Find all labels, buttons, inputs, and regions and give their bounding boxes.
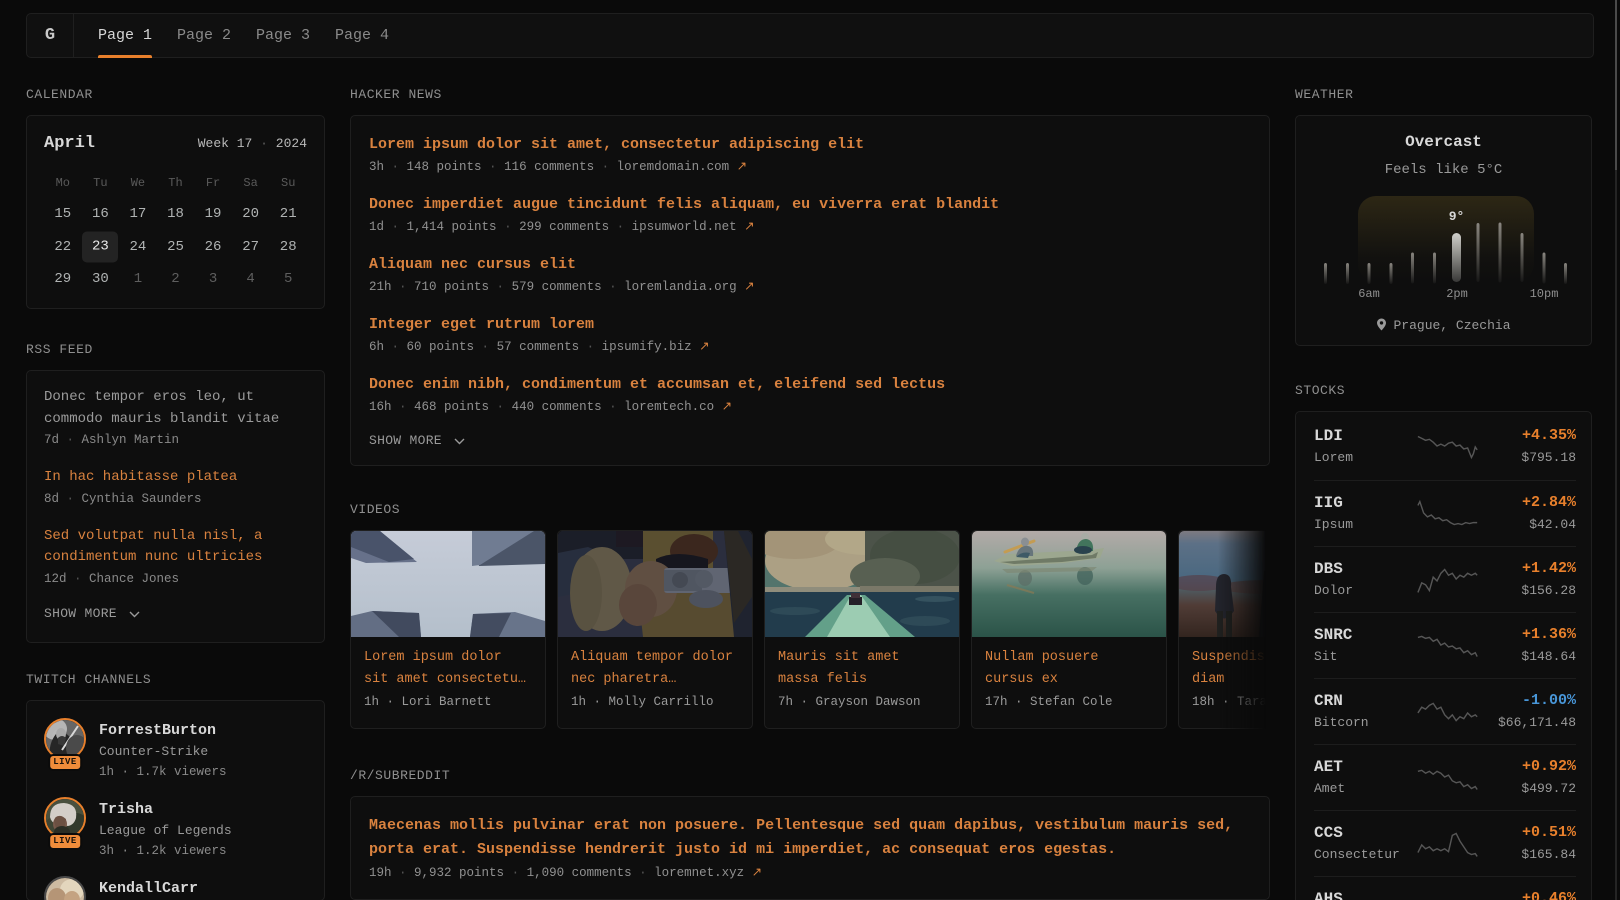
svg-text:10pm: 10pm	[1530, 287, 1559, 301]
svg-text:6am: 6am	[1358, 287, 1380, 301]
svg-text:9°: 9°	[1449, 209, 1465, 224]
svg-text:2pm: 2pm	[1446, 287, 1468, 301]
